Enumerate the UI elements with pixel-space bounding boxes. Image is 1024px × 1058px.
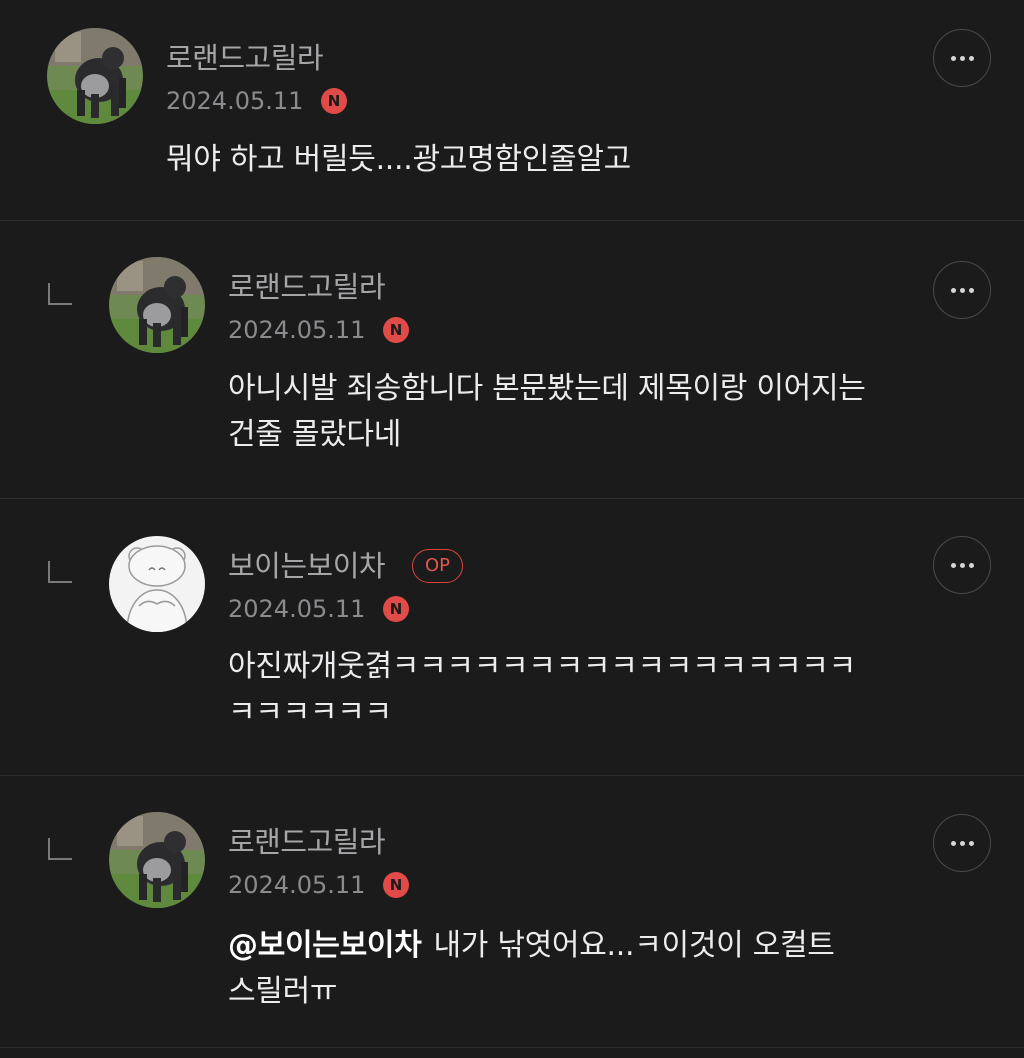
more-options-button[interactable] [933, 814, 991, 872]
new-badge-icon: N [383, 872, 409, 898]
comment-author[interactable]: 보이는보이차 [228, 548, 386, 584]
comment-author[interactable]: 로랜드고릴라 [228, 824, 386, 860]
more-horizontal-icon [950, 55, 956, 61]
comment-author[interactable]: 로랜드고릴라 [166, 40, 324, 76]
comment-thread: 로랜드고릴라 2024.05.11 N 뭐야 하고 버릴듯....광고명함인줄알… [0, 0, 1024, 1058]
gorilla-avatar[interactable] [47, 28, 143, 124]
more-options-button[interactable] [933, 536, 991, 594]
comment-date: 2024.05.11 [228, 871, 366, 899]
more-options-button[interactable] [933, 261, 991, 319]
comment-body: 아진짜개웃겱ㅋㅋㅋㅋㅋㅋㅋㅋㅋㅋㅋㅋㅋㅋㅋㅋㅋ ㅋㅋㅋㅋㅋㅋ [228, 649, 856, 730]
comment-body: 뭐야 하고 버릴듯....광고명함인줄알고 [166, 142, 631, 177]
reply-comment: 로랜드고릴라 2024.05.11 N @보이는보이차 내가 낚엿어요...ㅋ이것… [0, 776, 1024, 1048]
comment-author[interactable]: 로랜드고릴라 [228, 269, 386, 305]
gorilla-avatar[interactable] [109, 812, 205, 908]
reply-comment: 로랜드고릴라 2024.05.11 N 아니시발 죄송함니다 본문봤는데 제목이… [0, 221, 1024, 499]
op-badge: OP [412, 549, 464, 583]
reply-comment: 보이는보이차 OP 2024.05.11 N 아진짜개웃겱ㅋㅋㅋㅋㅋㅋㅋㅋㅋㅋㅋ… [0, 499, 1024, 776]
gorilla-avatar[interactable] [109, 257, 205, 353]
more-horizontal-icon [950, 562, 956, 568]
comment-date: 2024.05.11 [228, 316, 366, 344]
cartoon-bear-avatar[interactable] [109, 536, 205, 632]
reply-arrow-icon [48, 561, 72, 583]
comment-date: 2024.05.11 [228, 595, 366, 623]
new-badge-icon: N [383, 317, 409, 343]
comment-body: @보이는보이차 내가 낚엿어요...ㅋ이것이 오컬트 스릴러ㅠ [228, 923, 968, 1015]
more-horizontal-icon [950, 287, 956, 293]
more-horizontal-icon [950, 840, 956, 846]
more-options-button[interactable] [933, 29, 991, 87]
new-badge-icon: N [321, 88, 347, 114]
new-badge-icon: N [383, 596, 409, 622]
reply-arrow-icon [48, 838, 72, 860]
comment: 로랜드고릴라 2024.05.11 N 뭐야 하고 버릴듯....광고명함인줄알… [0, 0, 1024, 221]
comment-body: 아니시발 죄송함니다 본문봤는데 제목이랑 이어지는 건줄 몰랐다네 [228, 371, 866, 452]
comment-date: 2024.05.11 [166, 87, 304, 115]
mention-link[interactable]: @보이는보이차 [228, 928, 422, 963]
reply-arrow-icon [48, 283, 72, 305]
